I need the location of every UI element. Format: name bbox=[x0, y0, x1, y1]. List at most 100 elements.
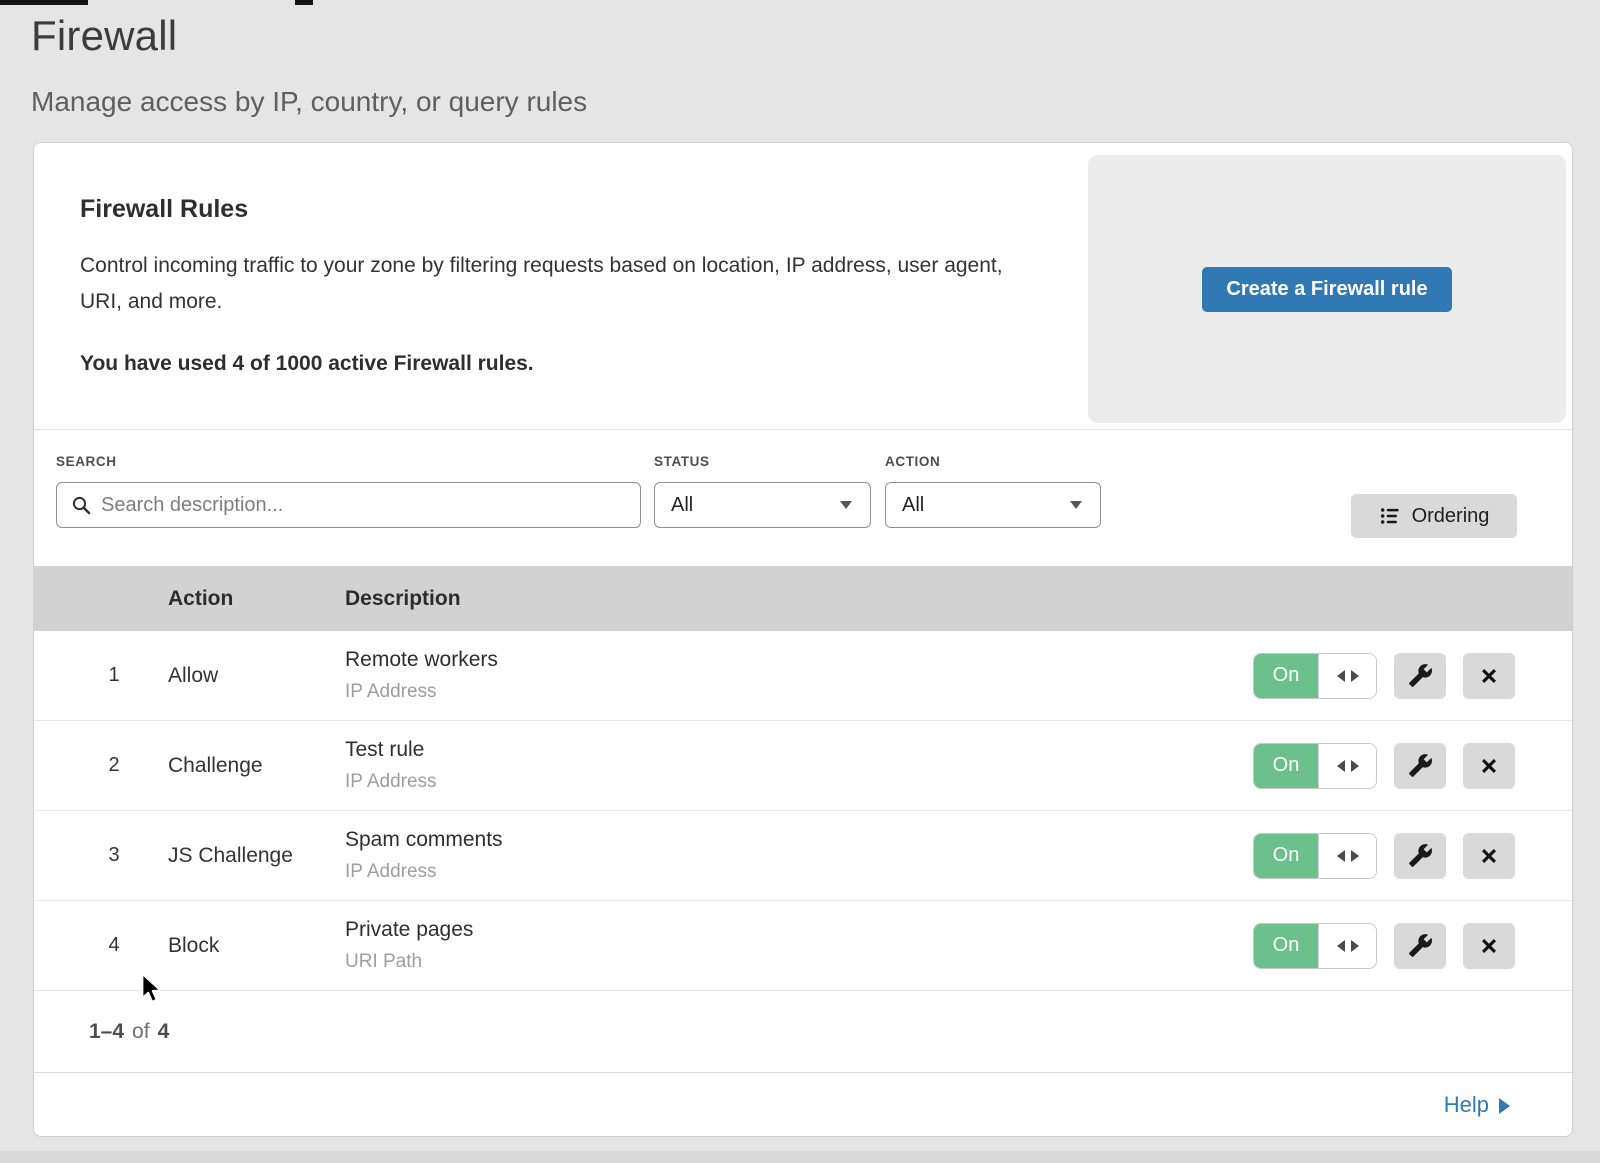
toggle-handle[interactable] bbox=[1318, 834, 1376, 878]
left-right-arrows-icon bbox=[1335, 849, 1361, 863]
frame-artifact bbox=[0, 0, 88, 5]
rule-enabled-toggle[interactable]: On bbox=[1253, 653, 1377, 699]
frame-artifact bbox=[295, 0, 313, 5]
left-right-arrows-icon bbox=[1335, 669, 1361, 683]
action-group: ACTION All bbox=[885, 454, 1101, 528]
status-group: STATUS All bbox=[654, 454, 871, 528]
firewall-rules-info: Firewall Rules Control incoming traffic … bbox=[34, 143, 1088, 429]
firewall-rules-card: Firewall Rules Control incoming traffic … bbox=[34, 143, 1572, 430]
ordered-list-icon bbox=[1379, 505, 1401, 527]
page-title: Firewall bbox=[31, 12, 1600, 60]
toggle-on-label: On bbox=[1254, 834, 1318, 878]
edit-rule-button[interactable] bbox=[1394, 923, 1446, 969]
search-label: SEARCH bbox=[56, 454, 641, 469]
wrench-icon bbox=[1408, 753, 1433, 778]
help-link-label: Help bbox=[1444, 1092, 1489, 1118]
action-selected-value: All bbox=[902, 494, 924, 517]
rule-priority: 1 bbox=[34, 664, 168, 687]
rule-match-type: IP Address bbox=[345, 771, 1253, 793]
rule-enabled-toggle[interactable]: On bbox=[1253, 743, 1377, 789]
search-group: SEARCH bbox=[56, 454, 641, 528]
left-right-arrows-icon bbox=[1335, 939, 1361, 953]
pagination-total: 4 bbox=[158, 1020, 170, 1044]
rule-description: Remote workers bbox=[345, 648, 1253, 672]
rule-description: Test rule bbox=[345, 738, 1253, 762]
toggle-on-label: On bbox=[1254, 654, 1318, 698]
left-right-arrows-icon bbox=[1335, 759, 1361, 773]
table-row: 2 Challenge Test rule IP Address On bbox=[34, 721, 1572, 811]
status-label: STATUS bbox=[654, 454, 871, 469]
wrench-icon bbox=[1408, 843, 1433, 868]
rule-match-type: IP Address bbox=[345, 681, 1253, 703]
firewall-panel: Firewall Rules Control incoming traffic … bbox=[33, 142, 1573, 1137]
create-rule-aside: Create a Firewall rule bbox=[1088, 155, 1566, 423]
column-action: Action bbox=[168, 587, 345, 611]
close-icon bbox=[1477, 934, 1501, 958]
edit-rule-button[interactable] bbox=[1394, 653, 1446, 699]
rule-description: Private pages bbox=[345, 918, 1253, 942]
close-icon bbox=[1477, 664, 1501, 688]
column-description: Description bbox=[345, 587, 1572, 611]
rule-description-cell: Spam comments IP Address bbox=[345, 828, 1253, 883]
card-usage-note: You have used 4 of 1000 active Firewall … bbox=[80, 352, 1048, 376]
page-subtitle: Manage access by IP, country, or query r… bbox=[31, 86, 1600, 118]
rule-match-type: URI Path bbox=[345, 951, 1253, 973]
edit-rule-button[interactable] bbox=[1394, 743, 1446, 789]
delete-rule-button[interactable] bbox=[1463, 833, 1515, 879]
action-select[interactable]: All bbox=[885, 482, 1101, 528]
toggle-handle[interactable] bbox=[1318, 654, 1376, 698]
rule-description-cell: Private pages URI Path bbox=[345, 918, 1253, 973]
rule-controls: On bbox=[1253, 923, 1572, 969]
search-box bbox=[56, 482, 641, 528]
status-selected-value: All bbox=[671, 494, 693, 517]
rule-controls: On bbox=[1253, 833, 1572, 879]
filter-bar: SEARCH STATUS All ACTION All bbox=[34, 430, 1572, 566]
rule-controls: On bbox=[1253, 653, 1572, 699]
page-header: Firewall Manage access by IP, country, o… bbox=[0, 0, 1600, 118]
rule-action: Block bbox=[168, 934, 345, 958]
search-input[interactable] bbox=[101, 494, 626, 517]
rule-priority: 3 bbox=[34, 844, 168, 867]
pagination-of: of bbox=[132, 1020, 150, 1044]
table-header: Action Description bbox=[34, 566, 1572, 631]
status-select[interactable]: All bbox=[654, 482, 871, 528]
rule-description-cell: Test rule IP Address bbox=[345, 738, 1253, 793]
card-heading: Firewall Rules bbox=[80, 195, 1048, 224]
rule-action: Allow bbox=[168, 664, 345, 688]
table-row: 3 JS Challenge Spam comments IP Address … bbox=[34, 811, 1572, 901]
card-description: Control incoming traffic to your zone by… bbox=[80, 248, 1025, 320]
toggle-handle[interactable] bbox=[1318, 744, 1376, 788]
rule-action: Challenge bbox=[168, 754, 345, 778]
delete-rule-button[interactable] bbox=[1463, 743, 1515, 789]
create-firewall-rule-button[interactable]: Create a Firewall rule bbox=[1202, 267, 1451, 312]
rule-match-type: IP Address bbox=[345, 861, 1253, 883]
chevron-right-icon bbox=[1499, 1098, 1510, 1114]
rule-description: Spam comments bbox=[345, 828, 1253, 852]
delete-rule-button[interactable] bbox=[1463, 923, 1515, 969]
rule-priority: 2 bbox=[34, 754, 168, 777]
close-icon bbox=[1477, 844, 1501, 868]
table-row: 4 Block Private pages URI Path On bbox=[34, 901, 1572, 991]
pagination-summary: 1–4 of 4 bbox=[34, 991, 1572, 1072]
toggle-on-label: On bbox=[1254, 744, 1318, 788]
delete-rule-button[interactable] bbox=[1463, 653, 1515, 699]
wrench-icon bbox=[1408, 933, 1433, 958]
rule-enabled-toggle[interactable]: On bbox=[1253, 833, 1377, 879]
toggle-on-label: On bbox=[1254, 924, 1318, 968]
wrench-icon bbox=[1408, 663, 1433, 688]
table-row: 1 Allow Remote workers IP Address On bbox=[34, 631, 1572, 721]
close-icon bbox=[1477, 754, 1501, 778]
toggle-handle[interactable] bbox=[1318, 924, 1376, 968]
pagination-range: 1–4 bbox=[89, 1020, 124, 1044]
rule-priority: 4 bbox=[34, 934, 168, 957]
ordering-button[interactable]: Ordering bbox=[1351, 494, 1517, 538]
ordering-button-label: Ordering bbox=[1412, 505, 1490, 528]
help-link[interactable]: Help bbox=[1444, 1092, 1510, 1118]
rule-enabled-toggle[interactable]: On bbox=[1253, 923, 1377, 969]
frame-artifact-bottom bbox=[0, 1151, 1600, 1163]
rule-description-cell: Remote workers IP Address bbox=[345, 648, 1253, 703]
rule-controls: On bbox=[1253, 743, 1572, 789]
chevron-down-icon bbox=[1070, 501, 1082, 509]
edit-rule-button[interactable] bbox=[1394, 833, 1446, 879]
chevron-down-icon bbox=[840, 501, 852, 509]
